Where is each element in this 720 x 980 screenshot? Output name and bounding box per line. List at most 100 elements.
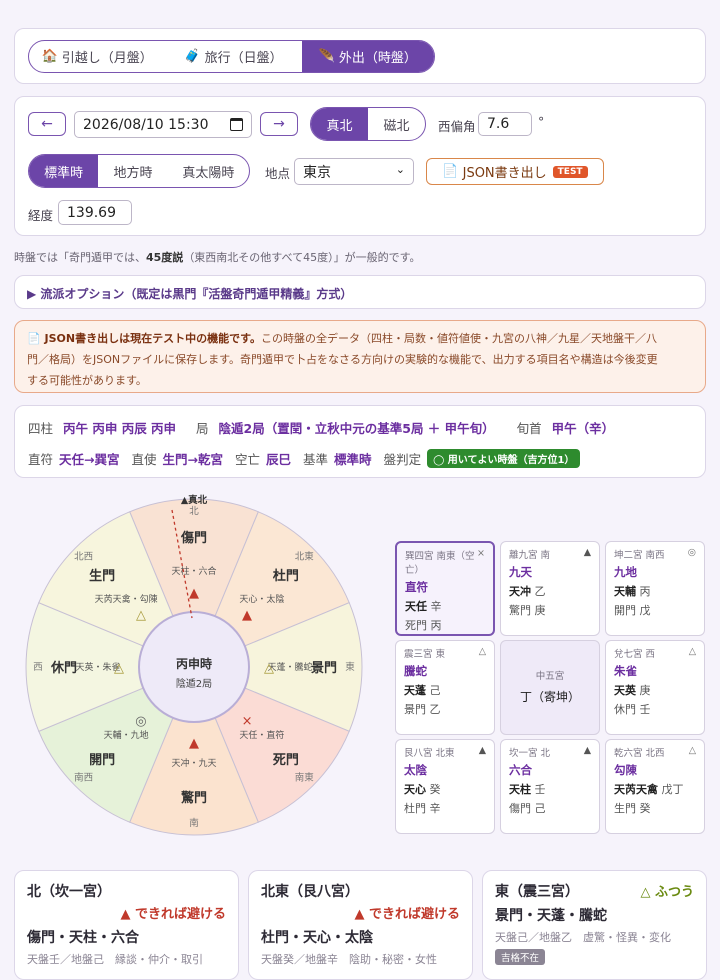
palace-header: 坎一宮 北 ▲ [509, 745, 591, 759]
wheel-sub-sw: 天輔・九地 [104, 729, 149, 741]
tab-outing[interactable]: 🪶 外出（時盤） [301, 41, 434, 72]
palace-cell[interactable]: 乾六宮 北西 △ 勾陳 天芮天禽 戊丁 生門 癸 [605, 739, 705, 834]
palace-god: 朱雀 [614, 664, 637, 678]
wheel-gate-nw: 生門 [89, 568, 115, 584]
palace-star: 天蓬 己 [404, 684, 441, 697]
direction-card[interactable]: 東（震三宮） △ ふつう 景門・天蓬・騰蛇 天盤己／地盤乙 虚驚・怪異・変化 吉… [482, 870, 707, 980]
luggage-icon: 🧳 [184, 49, 201, 64]
wheel-mark-n: ▲ [189, 586, 199, 601]
chevron-down-icon: ⌄ [395, 163, 405, 176]
true-north-marker: ▲真北 [181, 494, 208, 506]
palace-mark: ▲ [583, 547, 591, 558]
palace-cell[interactable]: 震三宮 東 △ 騰蛇 天蓬 己 景門 乙 [395, 640, 495, 735]
wheel-sub-n: 天柱・六合 [171, 565, 216, 577]
palace-header: 兌七宮 西 △ [614, 646, 696, 660]
direction-card-title: 北東（艮八宮） [261, 884, 359, 900]
verdict-badge: ◯ 用いてよい時盤（吉方位1） [427, 449, 581, 468]
longitude-input[interactable]: 139.69 [58, 200, 132, 225]
palace-cell[interactable]: 坤二宮 南西 ◎ 九地 天輔 丙 開門 戊 [605, 541, 705, 636]
wheel-mark-s: ▲ [189, 736, 199, 751]
palace-star: 天任 辛 [405, 600, 442, 613]
palace-cell[interactable]: 巽四宮 南東（空亡） × 直符 天任 辛 死門 丙 [395, 541, 495, 636]
next-button[interactable]: → [260, 112, 298, 136]
direction-card-badge: 吉格不在 [495, 949, 546, 965]
direction-wheel: 北傷門天柱・六合▲北東杜門天心・太陰▲東景門天蓬・騰蛇△南東死門天任・直符×南驚… [25, 494, 363, 836]
palace-mark: ▲ [478, 745, 486, 756]
palace-god: 太陰 [404, 763, 427, 777]
json-warning: 📄 JSON書き出しは現在テスト中の機能です。この時盤の全データ（四柱・局数・値… [14, 320, 706, 393]
palace-mark: ▲ [583, 745, 591, 756]
palace-mark: △ [478, 646, 486, 657]
palace-star: 天芮天禽 戊丁 [614, 783, 684, 796]
direction-card-verdict: ▲ できれば避ける [354, 907, 460, 922]
palace-header: 巽四宮 南東（空亡） × [405, 548, 485, 576]
standard-note: 時盤では「奇門遁甲では、45度説（東西南北その他すべて45度）」が一般的です。 [14, 251, 421, 264]
wheel-gate-s: 驚門 [180, 790, 207, 806]
palace-center-value: 丁（寄坤） [519, 690, 580, 704]
direction-card-main: 景門・天蓬・騰蛇 [495, 908, 607, 924]
wheel-gate-w: 休門 [50, 660, 77, 676]
palace-god: 直符 [405, 580, 428, 594]
true-north-button[interactable]: 真北 [311, 108, 368, 140]
mode-tabs: 🏠 引越し（月盤） 🧳 旅行（日盤） 🪶 外出（時盤） [28, 40, 435, 73]
direction-card-sub: 天盤己／地盤乙 虚驚・怪異・変化 [495, 931, 671, 944]
palace-header: 震三宮 東 △ [404, 646, 486, 660]
local-time-button[interactable]: 地方時 [98, 155, 167, 187]
wheel-gate-ne: 杜門 [273, 568, 299, 584]
summary-row-1: 四柱 丙午 丙申 丙辰 丙申 局 陰遁2局（置閏・立秋中元の基準5局 ＋ 甲午旬… [28, 421, 615, 436]
magnetic-north-button[interactable]: 磁北 [368, 108, 425, 140]
standard-time-button[interactable]: 標準時 [29, 155, 99, 187]
wheel-mark-sw: ◎ [135, 714, 146, 729]
wheel-direction-nw: 北西 [74, 552, 93, 563]
calendar-icon[interactable] [230, 118, 243, 131]
solar-time-button[interactable]: 真太陽時 [168, 155, 249, 187]
palace-mark: ◎ [687, 547, 696, 558]
direction-card[interactable]: 北（坎一宮） ▲ できれば避ける 傷門・天柱・六合 天盤壬／地盤己 縁談・仲介・… [14, 870, 239, 980]
palace-door: 休門 壬 [614, 703, 651, 716]
palace-door: 景門 乙 [404, 703, 441, 716]
place-label: 地点 [265, 166, 291, 181]
palace-header: 坤二宮 南西 ◎ [614, 547, 696, 561]
prev-button[interactable]: ← [28, 112, 66, 136]
wheel-direction-w: 西 [33, 662, 43, 673]
wheel-mark-nw: △ [136, 608, 146, 623]
wheel-mark-se: × [242, 714, 253, 729]
wheel-direction-ne: 北東 [295, 551, 315, 563]
palace-header: 離九宮 南 ▲ [509, 547, 591, 561]
declination-input[interactable]: 7.6 [478, 112, 532, 136]
palace-cell[interactable]: 艮八宮 北東 ▲ 太陰 天心 癸 杜門 辛 [395, 739, 495, 834]
school-options[interactable]: ▶ 流派オプション（既定は黒門『活盤奇門遁甲精義』方式） [14, 275, 706, 309]
datetime-input[interactable]: 2026/08/10 15:30 [74, 111, 252, 138]
wheel-sub-ne: 天心・太陰 [239, 593, 284, 605]
wheel-gate-se: 死門 [273, 753, 299, 768]
wheel-gate-e: 景門 [311, 661, 337, 676]
time-basis-toggle: 標準時 地方時 真太陽時 [28, 154, 250, 188]
tab-moving[interactable]: 🏠 引越し（月盤） [29, 41, 165, 72]
direction-card[interactable]: 北東（艮八宮） ▲ できれば避ける 杜門・天心・太陰 天盤癸／地盤辛 陰助・秘密… [248, 870, 473, 980]
wheel-direction-e: 東 [345, 661, 355, 673]
palace-god: 六合 [509, 763, 532, 777]
palace-cell[interactable]: 兌七宮 西 △ 朱雀 天英 庚 休門 壬 [605, 640, 705, 735]
palace-cell[interactable]: 離九宮 南 ▲ 九天 天冲 乙 驚門 庚 [500, 541, 600, 636]
json-export-button[interactable]: 📄 JSON書き出し TEST [426, 158, 604, 185]
palace-mark: △ [688, 646, 696, 657]
palace-star: 天心 癸 [404, 783, 441, 796]
wheel-direction-se: 南東 [295, 771, 315, 783]
palace-god: 勾陳 [614, 763, 637, 777]
palace-god: 騰蛇 [404, 664, 427, 678]
direction-card-main: 傷門・天柱・六合 [27, 930, 139, 946]
wheel-direction-n: 北 [189, 506, 199, 517]
declination-unit: ° [538, 114, 545, 129]
longitude-label: 経度 [28, 208, 54, 223]
direction-card-main: 杜門・天心・太陰 [261, 930, 373, 946]
palace-cell[interactable]: 坎一宮 北 ▲ 六合 天柱 壬 傷門 己 [500, 739, 600, 834]
palace-header: 艮八宮 北東 ▲ [404, 745, 486, 759]
direction-card-sub: 天盤癸／地盤辛 陰助・秘密・女性 [261, 953, 437, 966]
palace-mark: △ [688, 745, 696, 756]
palace-door: 生門 癸 [614, 802, 651, 815]
palace-star: 天冲 乙 [509, 585, 546, 598]
wheel-mark-ne: ▲ [242, 608, 252, 623]
place-select[interactable]: 東京 ⌄ [294, 158, 414, 185]
palace-cell[interactable]: 中五宮 丁（寄坤） [500, 640, 600, 735]
tab-travel[interactable]: 🧳 旅行（日盤） [165, 41, 301, 72]
